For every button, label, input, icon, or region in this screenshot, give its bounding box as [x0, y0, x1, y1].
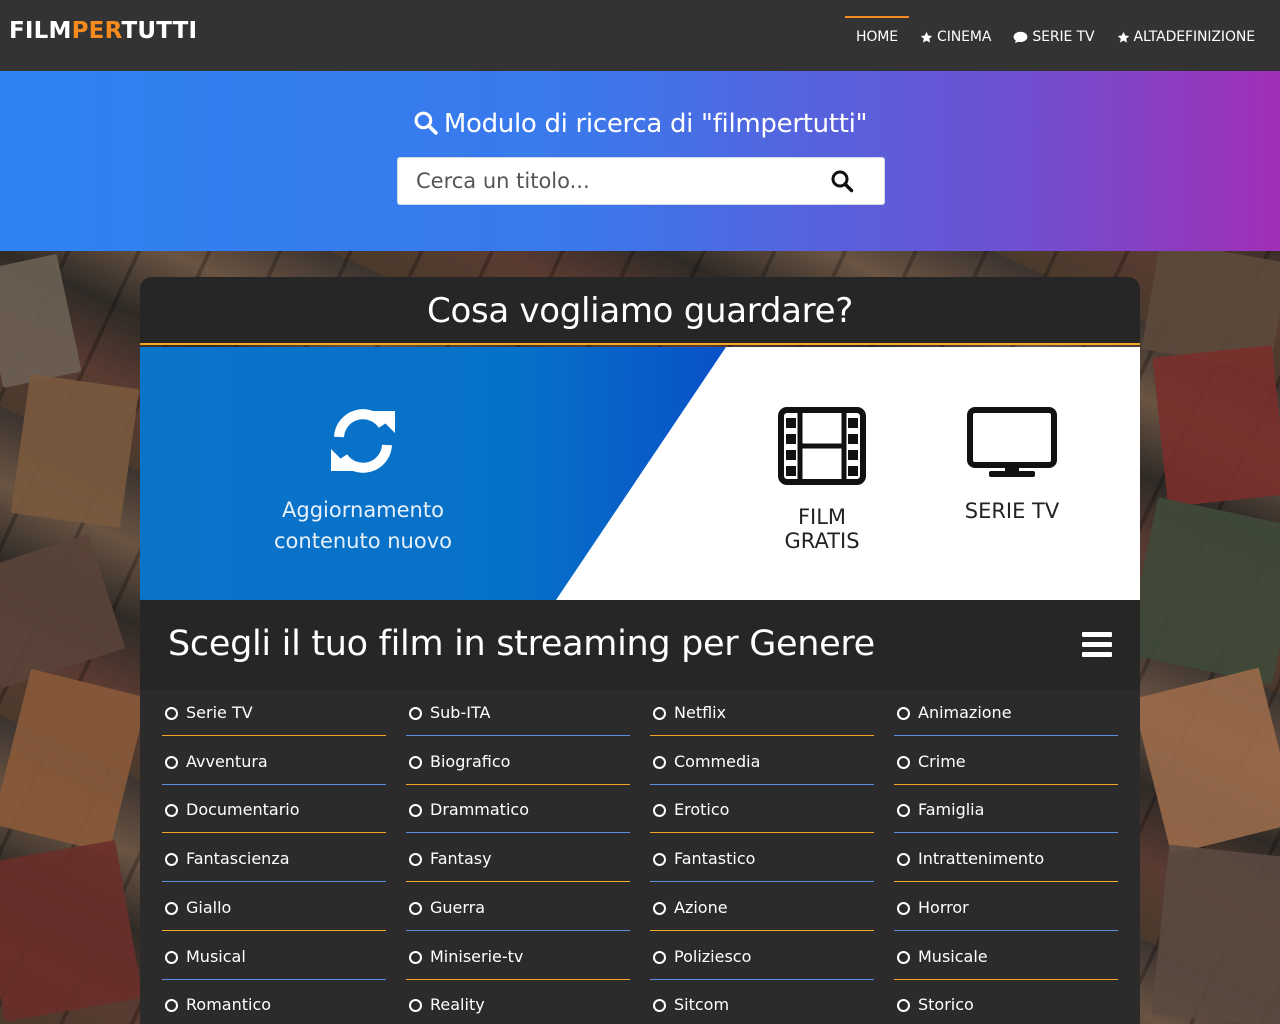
poster-image: [10, 374, 140, 528]
comment-icon: [1013, 31, 1028, 43]
nav-label-altadefinizione: ALTADEFINIZIONE: [1133, 29, 1256, 45]
serie-tv-link[interactable]: SERIE TV: [960, 407, 1064, 523]
serie-tv-label: SERIE TV: [964, 499, 1060, 523]
main-panel: Cosa vogliamo guardare? Aggiornamento co…: [140, 277, 1140, 1024]
menu-icon[interactable]: [1082, 632, 1112, 658]
genre-heading: Scegli il tuo film in streaming per Gene…: [168, 624, 875, 664]
nav-item-serie-tv[interactable]: SERIE TV: [1002, 16, 1105, 56]
genre-link-fantasy[interactable]: Fantasy: [406, 836, 630, 882]
search-title-text: Modulo di ricerca di "filmpertutti": [443, 109, 868, 139]
top-navbar: FILMPERTUTTI HOME CINEMA SERIE TV ALTADE…: [0, 0, 1280, 71]
genre-link-erotico[interactable]: Erotico: [650, 787, 874, 833]
poster-image: [0, 668, 148, 854]
logo-text-tutti: TUTTI: [121, 18, 198, 44]
search-input[interactable]: [398, 158, 818, 204]
genre-link-poliziesco[interactable]: Poliziesco: [650, 934, 874, 980]
panel-heading: Cosa vogliamo guardare?: [427, 291, 853, 331]
genre-link-sitcom[interactable]: Sitcom: [650, 982, 874, 1024]
poster-image: [1152, 345, 1280, 507]
genre-link-drammatico[interactable]: Drammatico: [406, 787, 630, 833]
genre-link-guerra[interactable]: Guerra: [406, 885, 630, 931]
search-title: Modulo di ricerca di "filmpertutti": [0, 109, 1280, 139]
nav-item-altadefinizione[interactable]: ALTADEFINIZIONE: [1106, 16, 1266, 56]
genre-link-musicale[interactable]: Musicale: [894, 934, 1118, 980]
genre-link-commedia[interactable]: Commedia: [650, 739, 874, 785]
refresh-icon: [331, 409, 395, 473]
genre-link-biografico[interactable]: Biografico: [406, 739, 630, 785]
genre-link-famiglia[interactable]: Famiglia: [894, 787, 1118, 833]
logo-text-per: PER: [71, 18, 122, 44]
genre-link-musical[interactable]: Musical: [162, 934, 386, 980]
site-logo[interactable]: FILMPERTUTTI: [9, 18, 197, 44]
search-icon: [414, 111, 438, 135]
genre-link-azione[interactable]: Azione: [650, 885, 874, 931]
search-hero: Modulo di ricerca di "filmpertutti": [0, 71, 1280, 251]
genre-link-romantico[interactable]: Romantico: [162, 982, 386, 1024]
nav-item-cinema[interactable]: CINEMA: [909, 16, 1002, 56]
genre-link-storico[interactable]: Storico: [894, 982, 1118, 1024]
genre-link-intrattenimento[interactable]: Intrattenimento: [894, 836, 1118, 882]
search-box: [397, 157, 885, 205]
star-icon: [920, 31, 933, 43]
genre-link-documentario[interactable]: Documentario: [162, 787, 386, 833]
film-gratis-label: FILM GRATIS: [784, 505, 860, 553]
nav-label-serie-tv: SERIE TV: [1032, 29, 1095, 45]
poster-image: [1125, 497, 1280, 685]
film-icon: [778, 407, 866, 485]
main-nav: HOME CINEMA SERIE TV ALTADEFINIZIONE: [844, 16, 1266, 56]
logo-text-film: FILM: [9, 18, 72, 44]
genre-link-netflix[interactable]: Netflix: [650, 690, 874, 736]
nav-label-cinema: CINEMA: [937, 29, 992, 45]
genre-header: Scegli il tuo film in streaming per Gene…: [140, 600, 1140, 690]
poster-image: [0, 840, 143, 1022]
genre-link-sub-ita[interactable]: Sub-ITA: [406, 690, 630, 736]
genre-link-crime[interactable]: Crime: [894, 739, 1118, 785]
star-icon: [1117, 31, 1129, 43]
poster-image: [0, 533, 126, 689]
genre-grid: Serie TV Sub-ITA Netflix Animazione Avventur…: [140, 690, 1140, 1024]
genre-link-reality[interactable]: Reality: [406, 982, 630, 1024]
genre-link-horror[interactable]: Horror: [894, 885, 1118, 931]
nav-item-home[interactable]: HOME: [844, 16, 910, 56]
genre-link-giallo[interactable]: Giallo: [162, 885, 386, 931]
poster-image: [1132, 667, 1280, 855]
update-text-line2: contenuto nuovo: [274, 529, 452, 553]
update-content-link[interactable]: Aggiornamento contenuto nuovo: [253, 405, 473, 557]
poster-image: [1151, 844, 1280, 1024]
tv-icon: [967, 407, 1057, 477]
film-gratis-link[interactable]: FILM GRATIS: [758, 407, 886, 553]
feature-area: Aggiornamento contenuto nuovo FILM GRATI…: [140, 347, 1140, 600]
genre-link-animazione[interactable]: Animazione: [894, 690, 1118, 736]
genre-link-serie-tv[interactable]: Serie TV: [162, 690, 386, 736]
nav-label-home: HOME: [855, 29, 899, 45]
poster-image: [0, 253, 82, 389]
genre-link-fantascienza[interactable]: Fantascienza: [162, 836, 386, 882]
genre-link-miniserie-tv[interactable]: Miniserie-tv: [406, 934, 630, 980]
genre-link-avventura[interactable]: Avventura: [162, 739, 386, 785]
update-text-line1: Aggiornamento: [282, 498, 444, 522]
search-button-icon[interactable]: [830, 169, 854, 193]
genre-link-fantastico[interactable]: Fantastico: [650, 836, 874, 882]
panel-header: Cosa vogliamo guardare?: [140, 277, 1140, 345]
